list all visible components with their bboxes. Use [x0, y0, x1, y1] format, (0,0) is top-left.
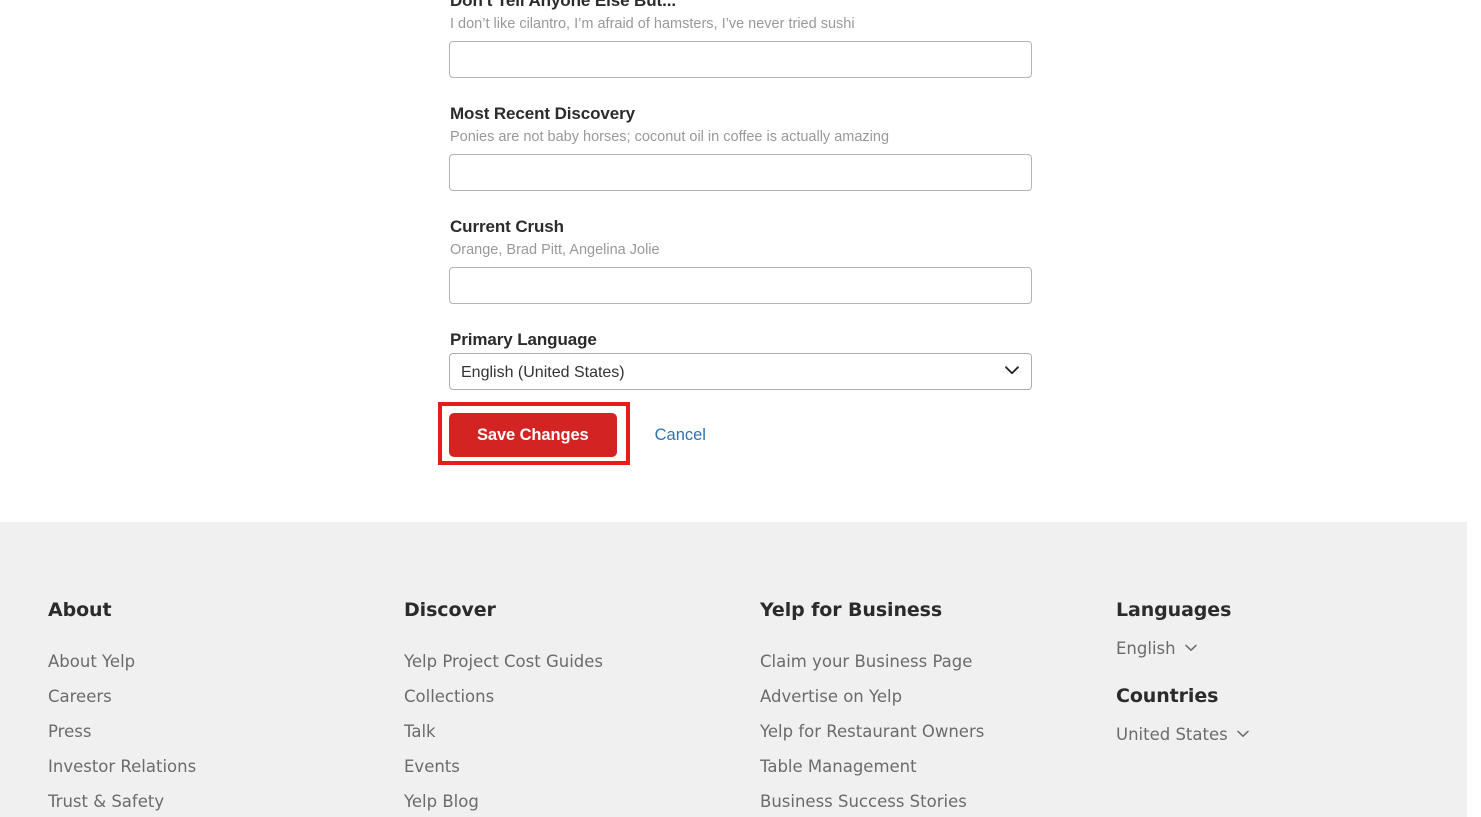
footer-link-restaurant-owners[interactable]: Yelp for Restaurant Owners — [760, 714, 1090, 749]
field-group-secret: Don't Tell Anyone Else But... I don’t li… — [449, 0, 1032, 78]
chevron-down-icon — [1184, 631, 1197, 666]
field-label-primary-language: Primary Language — [450, 330, 597, 349]
primary-language-select[interactable]: English (United States) — [449, 353, 1032, 390]
footer-heading-yelp-for-business: Yelp for Business — [760, 599, 943, 621]
form-actions: Save Changes Cancel — [449, 413, 706, 457]
primary-language-select-wrap: English (United States) — [449, 353, 1032, 390]
footer-country-selector[interactable]: United States — [1116, 717, 1446, 752]
footer-link-trust-safety[interactable]: Trust & Safety — [48, 784, 378, 817]
footer-link-about-yelp[interactable]: About Yelp — [48, 644, 378, 679]
footer-link-investor-relations[interactable]: Investor Relations — [48, 749, 378, 784]
recent-discovery-input[interactable] — [449, 154, 1032, 191]
save-changes-button[interactable]: Save Changes — [449, 413, 617, 457]
profile-form-section: Don't Tell Anyone Else But... I don’t li… — [0, 0, 1467, 522]
field-hint-secret: I don’t like cilantro, I’m afraid of ham… — [450, 16, 855, 32]
footer-link-events[interactable]: Events — [404, 749, 734, 784]
footer-link-advertise-on-yelp[interactable]: Advertise on Yelp — [760, 679, 1090, 714]
field-group-primary-language: Primary Language English (United States) — [449, 329, 1032, 390]
footer-column-locale: Languages English Countries United State… — [1116, 598, 1446, 752]
footer-heading-about: About — [48, 599, 112, 621]
footer-link-claim-business-page[interactable]: Claim your Business Page — [760, 644, 1090, 679]
footer-link-yelp-blog[interactable]: Yelp Blog — [404, 784, 734, 817]
footer-column-about: About About Yelp Careers Press Investor … — [48, 598, 378, 817]
field-group-current-crush: Current Crush Orange, Brad Pitt, Angelin… — [449, 216, 1032, 304]
cancel-link[interactable]: Cancel — [655, 426, 706, 445]
field-group-recent-discovery: Most Recent Discovery Ponies are not bab… — [449, 103, 1032, 191]
field-label-secret: Don't Tell Anyone Else But... — [450, 0, 676, 10]
footer-language-value: English — [1116, 639, 1176, 658]
field-hint-recent-discovery: Ponies are not baby horses; coconut oil … — [450, 129, 890, 145]
footer-link-business-success-stories[interactable]: Business Success Stories — [760, 784, 1090, 817]
footer-columns: About About Yelp Careers Press Investor … — [0, 522, 1467, 817]
footer-link-table-management[interactable]: Table Management — [760, 749, 1090, 784]
footer-link-talk[interactable]: Talk — [404, 714, 734, 749]
form-fields-column: Don't Tell Anyone Else But... I don’t li… — [449, 0, 1032, 415]
field-label-current-crush: Current Crush — [450, 217, 564, 236]
field-label-recent-discovery: Most Recent Discovery — [450, 104, 635, 123]
footer-heading-languages: Languages — [1116, 599, 1232, 621]
footer-language-selector[interactable]: English — [1116, 631, 1446, 666]
footer-link-project-cost-guides[interactable]: Yelp Project Cost Guides — [404, 644, 734, 679]
footer-link-collections[interactable]: Collections — [404, 679, 734, 714]
footer-column-discover: Discover Yelp Project Cost Guides Collec… — [404, 598, 734, 817]
chevron-down-icon — [1236, 717, 1249, 752]
footer-link-press[interactable]: Press — [48, 714, 378, 749]
footer-country-value: United States — [1116, 725, 1228, 744]
footer-link-careers[interactable]: Careers — [48, 679, 378, 714]
secret-input[interactable] — [449, 41, 1032, 78]
footer-column-yelp-for-business: Yelp for Business Claim your Business Pa… — [760, 598, 1090, 817]
site-footer: About About Yelp Careers Press Investor … — [0, 522, 1467, 817]
current-crush-input[interactable] — [449, 267, 1032, 304]
field-hint-current-crush: Orange, Brad Pitt, Angelina Jolie — [450, 242, 660, 258]
page-root: Don't Tell Anyone Else But... I don’t li… — [0, 0, 1481, 817]
footer-heading-countries: Countries — [1116, 685, 1219, 707]
footer-heading-discover: Discover — [404, 599, 496, 621]
